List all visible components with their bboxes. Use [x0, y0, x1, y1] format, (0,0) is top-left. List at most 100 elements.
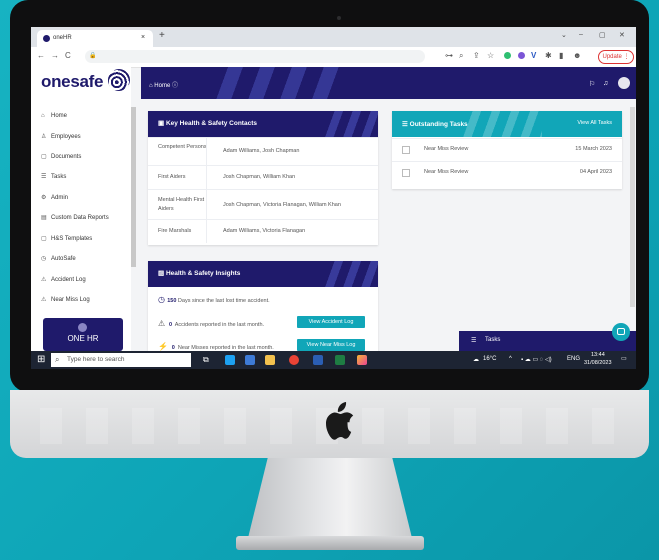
sidebar-item-hs-templates[interactable]: ▢ H&S Templates	[41, 235, 92, 242]
clock-icon: ◷	[158, 295, 168, 304]
task-view-icon[interactable]: ⧉	[203, 355, 209, 365]
list-icon: ☰	[402, 121, 410, 128]
new-tab-button[interactable]: +	[159, 30, 165, 41]
task-checkbox[interactable]	[402, 146, 410, 154]
lost-time-insight: ◷ 150 Days since the last lost time acci…	[158, 295, 270, 304]
view-all-tasks-link[interactable]: View All Tasks	[577, 120, 612, 126]
bell-icon[interactable]: ♫	[603, 80, 608, 87]
header-pattern	[325, 261, 378, 287]
warning-icon: ⚠	[41, 297, 47, 303]
reload-button[interactable]: C	[65, 51, 71, 60]
profile-icon[interactable]: ☻	[573, 51, 581, 60]
address-bar: ← → C 🔒 ⊶ ⌕ ⇪ ☆ V ✱ ▮ ☻ Update ⋮	[31, 47, 636, 68]
teams-icon[interactable]	[245, 355, 255, 365]
sidebar-item-employees[interactable]: ♙ Employees	[41, 133, 81, 140]
word-icon[interactable]	[313, 355, 323, 365]
imac-stand	[248, 458, 412, 538]
contacts-column-divider	[206, 137, 207, 243]
extension-green-icon[interactable]	[504, 52, 511, 59]
person-icon: ♙	[41, 134, 47, 140]
document-icon: ▢	[41, 154, 47, 160]
sidebar-item-custom-reports[interactable]: ▤ Custom Data Reports	[41, 214, 109, 221]
accidents-insight: ⚠ 0 Accidents reported in the last month…	[158, 319, 265, 328]
header-pattern	[211, 67, 341, 99]
contact-row: Mental Health First Aiders Josh Chapman,…	[148, 189, 378, 220]
avatar[interactable]	[618, 77, 630, 89]
sidepanel-icon[interactable]: ▮	[559, 51, 563, 60]
tab-search-icon[interactable]: ⌄	[561, 31, 567, 39]
contact-row: Fire Marshals Adam Williams, Victoria Fl…	[148, 219, 378, 244]
task-row[interactable]: Near Miss Review 15 March 2023	[392, 138, 622, 161]
near-miss-icon: ⚡	[158, 342, 171, 351]
sidebar-item-documents[interactable]: ▢ Documents	[41, 153, 81, 160]
forward-button[interactable]: →	[51, 51, 59, 60]
clock-date[interactable]: 31/08/2023	[584, 360, 612, 366]
taskbar-search-input[interactable]: ⌕ Type here to search	[51, 353, 191, 367]
chrome-icon[interactable]	[289, 355, 299, 365]
vimeo-extension-icon[interactable]: V	[531, 51, 536, 60]
zoom-icon[interactable]: ⌕	[459, 51, 463, 61]
insights-card-header: ▨ Health & Safety Insights	[148, 261, 378, 287]
tasks-title: ☰ Outstanding Tasks	[402, 121, 468, 128]
template-icon: ▢	[41, 236, 47, 242]
language-indicator[interactable]: ENG	[567, 356, 580, 362]
contact-row: Competent Persons Adam Williams, Josh Ch…	[148, 137, 378, 166]
task-checkbox[interactable]	[402, 169, 410, 177]
notifications-icon[interactable]: ▭	[621, 355, 627, 362]
update-button[interactable]: Update ⋮	[598, 50, 634, 64]
windows-start-icon[interactable]: ⊞	[37, 354, 45, 365]
tray-chevron-icon[interactable]: ^	[509, 356, 512, 362]
gear-icon: ⚙	[41, 195, 47, 201]
sidebar-scrollbar[interactable]	[131, 107, 136, 267]
task-row[interactable]: Near Miss Review 04 April 2023	[392, 161, 622, 184]
near-miss-insight: ⚡ 0 Near Misses reported in the last mon…	[158, 342, 274, 351]
report-icon: ▤	[41, 215, 47, 221]
notification-flag-icon[interactable]: ⚐	[589, 80, 595, 88]
tasks-popup[interactable]: ☰ Tasks	[459, 331, 636, 351]
sidebar-item-tasks[interactable]: ☰ Tasks	[41, 173, 66, 180]
back-button[interactable]: ←	[37, 51, 45, 60]
edge-icon[interactable]	[225, 355, 235, 365]
browser-tab[interactable]: oneHR ×	[37, 30, 153, 47]
tasks-card-header: ☰ Outstanding Tasks View All Tasks	[392, 111, 622, 137]
contact-row: First Aiders Josh Chapman, William Khan	[148, 165, 378, 190]
tab-close-icon[interactable]: ×	[141, 34, 145, 41]
extension-purple-icon[interactable]	[518, 52, 525, 59]
camera-icon	[337, 16, 341, 20]
sidebar-item-admin[interactable]: ⚙ Admin	[41, 194, 68, 201]
lock-icon: 🔒	[89, 53, 97, 59]
insights-title: ▨ Health & Safety Insights	[158, 270, 241, 277]
weather-temp[interactable]: 16°C	[483, 356, 496, 362]
url-input[interactable]: 🔒	[85, 50, 425, 63]
file-explorer-icon[interactable]	[265, 355, 275, 365]
maximize-button[interactable]: ▢	[599, 31, 606, 39]
id-card-icon: ▣	[158, 120, 166, 127]
onehr-promo-label: ONE HR	[67, 334, 99, 343]
sidebar-item-autosafe[interactable]: ◷ AutoSafe	[41, 255, 76, 262]
clock-time[interactable]: 13:44	[591, 352, 605, 358]
sidebar	[31, 67, 131, 351]
app-logo[interactable]: onesafe	[41, 72, 103, 92]
photos-icon[interactable]	[357, 355, 367, 365]
header-pattern	[325, 111, 378, 137]
view-near-miss-log-button[interactable]: View Near Miss Log	[297, 339, 365, 351]
view-accident-log-button[interactable]: View Accident Log	[297, 316, 365, 328]
excel-icon[interactable]	[335, 355, 345, 365]
weather-icon[interactable]: ☁	[473, 356, 479, 363]
breadcrumb[interactable]: ⌂ Home ⓘ	[149, 80, 178, 89]
clock-icon: ◷	[41, 256, 47, 262]
share-icon[interactable]: ⇪	[473, 51, 480, 60]
sidebar-item-home[interactable]: ⌂ Home	[41, 113, 67, 119]
bookmark-star-icon[interactable]: ☆	[487, 51, 494, 60]
minimize-button[interactable]: –	[579, 31, 583, 38]
main-scrollbar[interactable]	[630, 107, 635, 307]
list-icon: ☰	[41, 174, 47, 180]
key-icon[interactable]: ⊶	[445, 51, 453, 60]
sidebar-item-near-miss-log[interactable]: ⚠ Near Miss Log	[41, 296, 90, 303]
imac-stand-base	[236, 536, 424, 550]
sidebar-item-accident-log[interactable]: ⚠ Accident Log	[41, 276, 86, 283]
close-window-button[interactable]: ✕	[619, 31, 625, 39]
apple-logo-icon	[326, 402, 354, 440]
tray-icons[interactable]: ▪ ☁ ▭ ◌ ◁)	[521, 356, 552, 363]
extensions-puzzle-icon[interactable]: ✱	[545, 51, 552, 60]
